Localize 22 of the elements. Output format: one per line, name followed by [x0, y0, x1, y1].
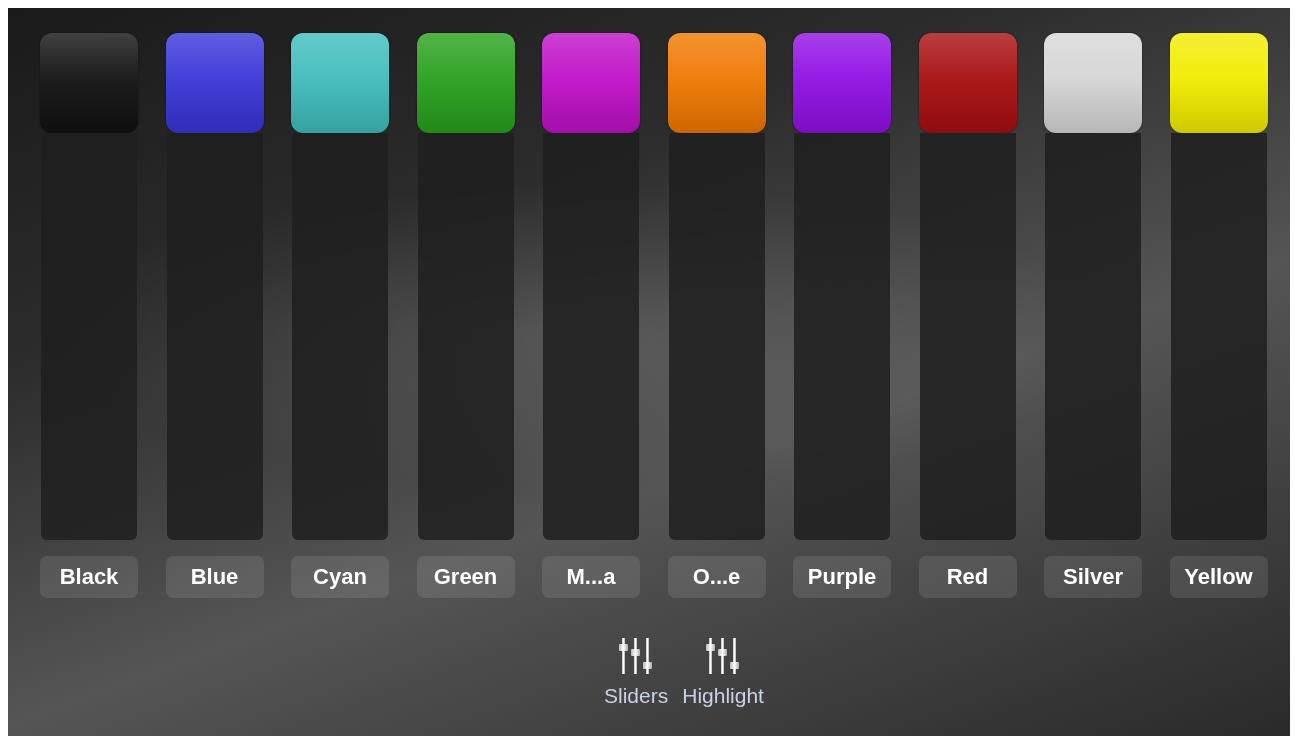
color-label: Cyan — [291, 556, 389, 598]
color-swatch[interactable] — [1169, 33, 1268, 133]
color-label: Purple — [793, 556, 891, 598]
color-swatch[interactable] — [291, 33, 389, 133]
color-swatch[interactable] — [542, 33, 640, 133]
color-swatch[interactable] — [40, 33, 138, 133]
color-label: M...a — [542, 556, 640, 598]
color-label: Green — [416, 556, 515, 598]
color-swatch[interactable] — [667, 33, 766, 133]
color-swatch[interactable] — [165, 33, 264, 133]
color-label: Black — [40, 556, 138, 598]
toolbar-button[interactable]: Highlight — [682, 636, 764, 708]
color-label: Yellow — [1169, 556, 1268, 598]
color-swatch[interactable] — [416, 33, 515, 133]
color-label: Red — [918, 556, 1017, 598]
color-swatch[interactable] — [918, 33, 1017, 133]
toolbar-button[interactable]: Sliders — [604, 636, 669, 708]
color-label: Silver — [1044, 556, 1142, 598]
color-swatch[interactable] — [793, 33, 891, 133]
color-label: O...e — [667, 556, 766, 598]
color-swatch[interactable] — [1044, 33, 1142, 133]
color-label: Blue — [165, 556, 264, 598]
